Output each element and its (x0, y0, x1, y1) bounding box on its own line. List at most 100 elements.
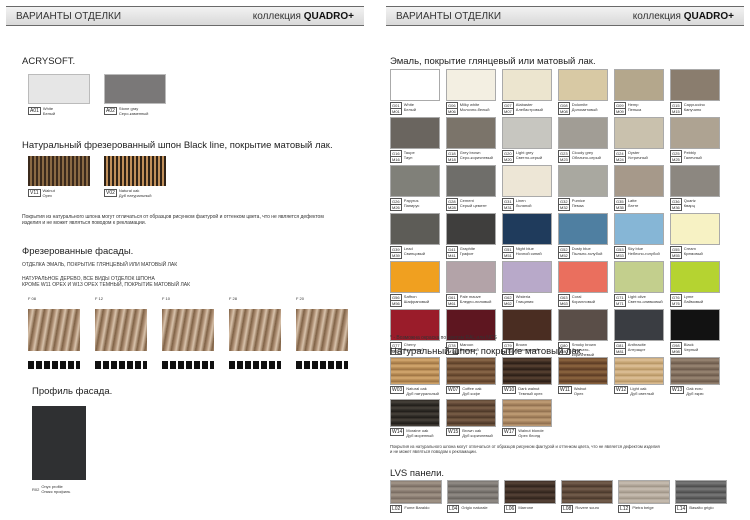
enamel-code-matt: M63 (558, 300, 570, 307)
veneer-ru: Дуб коричневый (462, 433, 493, 438)
enamel-codes: G20 M20 (502, 150, 514, 163)
enamel-codes: G26 M26 (390, 198, 402, 211)
enamel-codes: G98 M98 (670, 342, 682, 355)
acrysoft-swatch (28, 74, 90, 104)
lvs-label: L12 Pietra beige (618, 505, 670, 513)
enamel-item: G41 M41 Graphite Графит (446, 213, 496, 259)
enamel-note: * - Возможна окраска по цветам RAL или N… (390, 335, 497, 341)
veneer-swatch (614, 357, 664, 385)
enamel-label: G41 M41 Graphite Графит (446, 246, 496, 259)
enamel-swatch (502, 213, 552, 245)
enamel-swatch (614, 69, 664, 101)
lvs-code: L08 (561, 505, 574, 513)
enamel-code-matt: M51 (502, 252, 514, 259)
facade-profile (229, 361, 281, 369)
lvs-item: L14 Basalto grigio (675, 480, 727, 513)
enamel-ru: Шафрановый (403, 299, 430, 304)
veneer-names: Brown oak Дуб коричневый (462, 428, 492, 438)
lvs-item: L04 Grigio naturale (447, 480, 499, 513)
profile-title: Профиль фасада. (32, 386, 113, 397)
facade-code: F 10 (162, 296, 171, 301)
enamel-grid: G01 M01 White Белый G06 M06 Milky white Молочно… (390, 69, 720, 357)
enamel-swatch (670, 165, 720, 197)
enamel-code-matt: M76 (670, 300, 682, 307)
enamel-code-matt: M71 (614, 300, 626, 307)
blackline-ru: Дуб натуральный (118, 193, 152, 198)
enamel-swatch (446, 261, 496, 293)
facade-item: F 20 (296, 296, 348, 369)
enamel-code-matt: M16 (390, 156, 402, 163)
facade-code: F 12 (95, 296, 104, 301)
enamel-codes: G39 M39 (390, 246, 402, 259)
enamel-code-matt: M39 (390, 252, 402, 259)
enamel-item: G98 M98 Black Черный (670, 309, 720, 357)
enamel-ru: Кремовый (683, 251, 703, 256)
enamel-ru: Молочно-белый (459, 107, 490, 112)
enamel-ru: Пыльно-голубой (571, 251, 603, 256)
enamel-names: Taupe Тауп (404, 150, 415, 160)
enamel-codes: G62 M62 (502, 294, 514, 307)
veneer-code: W17 (502, 428, 517, 436)
enamel-ru: Светло-оливковый (627, 299, 663, 304)
profile-swatch (32, 406, 86, 480)
enamel-item: G52 M52 Dusty blue Пыльно-голубой (558, 213, 608, 259)
milled-title: Фрезерованные фасады. (22, 246, 134, 257)
facade-item: F 08 (28, 296, 80, 369)
enamel-label: G15 M15 Cappuccino Капучино (670, 102, 720, 115)
enamel-swatch (390, 213, 440, 245)
enamel-label: G20 M20 Light grey Светло-серый (502, 150, 552, 163)
enamel-codes: G07 M07 (502, 102, 514, 115)
enamel-swatch (446, 69, 496, 101)
enamel-names: Pebbly Галечный (684, 150, 702, 160)
enamel-codes: G32 M32 (558, 198, 570, 211)
facade-profile (95, 361, 147, 369)
veneer-item: W11 Walnut Орех (558, 357, 608, 396)
enamel-ru: Ночной синий (515, 251, 542, 256)
veneer-ru: Дуб светлый (630, 391, 654, 396)
acrysoft-item: A01 White Белый (28, 74, 90, 116)
enamel-swatch (558, 117, 608, 149)
veneer-swatch (390, 357, 440, 385)
enamel-names: Linen Льняной (516, 198, 532, 208)
enamel-item: G56 M56 Saffron Шафрановый (390, 261, 440, 307)
veneer-item: W12 Light oak Дуб светлый (614, 357, 664, 396)
enamel-label: G28 M28 Cement Серый цемент (446, 198, 496, 211)
blackline-names: Natural oak Дуб натуральный (119, 188, 152, 198)
enamel-codes: G18 M18 (446, 150, 458, 163)
enamel-item: G24 M24 Oyster Устричный (614, 117, 664, 163)
enamel-item: G09 M09 Hemp Пенька (614, 69, 664, 115)
enamel-names: Pumice Пемза (572, 198, 585, 208)
enamel-code-matt: M18 (446, 156, 458, 163)
enamel-codes: G55 M55 (670, 246, 682, 259)
enamel-code-matt: M56 (390, 300, 402, 307)
facade-item: F 12 (95, 296, 147, 369)
facade-item: F 10 (162, 296, 214, 369)
enamel-ru: Латте (627, 203, 639, 208)
blackline-item: V02 Natural oak Дуб натуральный (104, 156, 166, 198)
enamel-code-matt: M98 (670, 348, 682, 355)
enamel-item: G28 M28 Cement Серый цемент (446, 165, 496, 211)
left-collection-label: коллекция QUADRO+ (252, 10, 354, 22)
enamel-codes: G36 M36 (670, 198, 682, 211)
enamel-swatch (558, 69, 608, 101)
lvs-item: L08 Rovere scuro (561, 480, 613, 513)
enamel-codes: G76 M76 (670, 294, 682, 307)
enamel-codes: G28 M28 (446, 198, 458, 211)
enamel-item: G81 M81 Anthracite Антрацит (614, 309, 664, 357)
veneer-item: W13 Oak ecru Дуб экрю (670, 357, 720, 396)
veneer-names: Moraine oak Дуб моренный (406, 428, 433, 438)
enamel-label: G25 M25 Pebbly Галечный (670, 150, 720, 163)
enamel-codes: G06 M06 (446, 102, 458, 115)
enamel-item: G20 M20 Light grey Светло-серый (502, 117, 552, 163)
veneer-code: W03 (390, 386, 405, 394)
enamel-item: G07 M07 Alabaster Алебастровый (502, 69, 552, 115)
acrysoft-swatch (104, 74, 166, 104)
enamel-names: Saffron Шафрановый (404, 294, 429, 304)
enamel-swatch (390, 165, 440, 197)
enamel-item: G55 M55 Cream Кремовый (670, 213, 720, 259)
veneer-names: Oak ecru Дуб экрю (686, 386, 703, 396)
veneer-label: W17 Walnut blonde Орех блонд (502, 428, 552, 438)
lvs-label: L08 Rovere scuro (561, 505, 613, 513)
enamel-item: G01 M01 White Белый (390, 69, 440, 115)
enamel-label: G76 M76 Lyme Лаймовый (670, 294, 720, 307)
